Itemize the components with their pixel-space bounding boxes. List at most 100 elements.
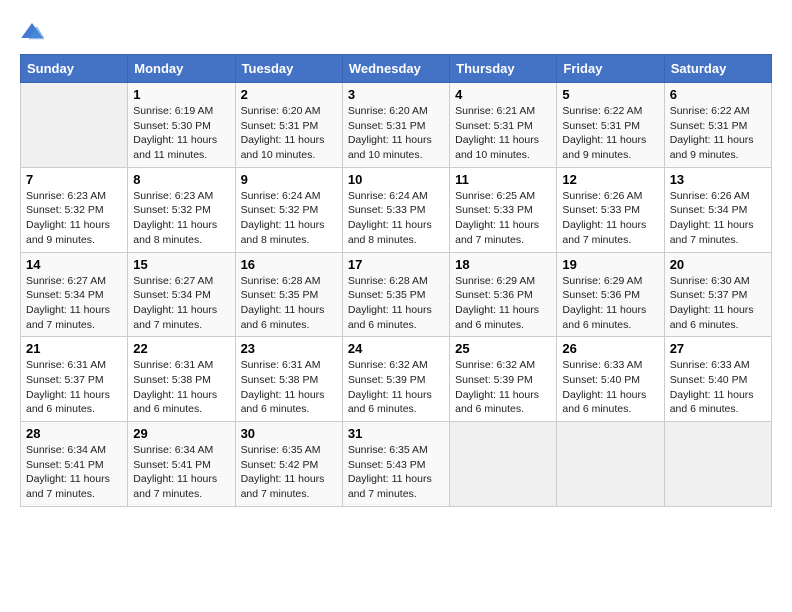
day-info: Sunrise: 6:31 AMSunset: 5:38 PMDaylight:… — [133, 358, 229, 417]
day-info: Sunrise: 6:23 AMSunset: 5:32 PMDaylight:… — [133, 189, 229, 248]
calendar-week-row: 7 Sunrise: 6:23 AMSunset: 5:32 PMDaylight… — [21, 167, 772, 252]
weekday-header-wednesday: Wednesday — [342, 55, 449, 83]
day-number: 5 — [562, 87, 658, 102]
calendar-cell: 4 Sunrise: 6:21 AMSunset: 5:31 PMDaylight… — [450, 83, 557, 168]
calendar-cell: 31 Sunrise: 6:35 AMSunset: 5:43 PMDayligh… — [342, 422, 449, 507]
day-info: Sunrise: 6:31 AMSunset: 5:38 PMDaylight:… — [241, 358, 337, 417]
day-number: 2 — [241, 87, 337, 102]
day-info: Sunrise: 6:28 AMSunset: 5:35 PMDaylight:… — [241, 274, 337, 333]
calendar-cell: 25 Sunrise: 6:32 AMSunset: 5:39 PMDayligh… — [450, 337, 557, 422]
calendar-week-row: 14 Sunrise: 6:27 AMSunset: 5:34 PMDayligh… — [21, 252, 772, 337]
day-info: Sunrise: 6:30 AMSunset: 5:37 PMDaylight:… — [670, 274, 766, 333]
day-number: 7 — [26, 172, 122, 187]
day-number: 21 — [26, 341, 122, 356]
day-info: Sunrise: 6:35 AMSunset: 5:43 PMDaylight:… — [348, 443, 444, 502]
day-info: Sunrise: 6:29 AMSunset: 5:36 PMDaylight:… — [562, 274, 658, 333]
calendar-cell: 14 Sunrise: 6:27 AMSunset: 5:34 PMDayligh… — [21, 252, 128, 337]
day-number: 24 — [348, 341, 444, 356]
logo-icon — [20, 20, 44, 44]
calendar-cell: 16 Sunrise: 6:28 AMSunset: 5:35 PMDayligh… — [235, 252, 342, 337]
day-info: Sunrise: 6:22 AMSunset: 5:31 PMDaylight:… — [562, 104, 658, 163]
day-info: Sunrise: 6:24 AMSunset: 5:32 PMDaylight:… — [241, 189, 337, 248]
day-info: Sunrise: 6:34 AMSunset: 5:41 PMDaylight:… — [133, 443, 229, 502]
day-info: Sunrise: 6:27 AMSunset: 5:34 PMDaylight:… — [133, 274, 229, 333]
day-info: Sunrise: 6:34 AMSunset: 5:41 PMDaylight:… — [26, 443, 122, 502]
day-info: Sunrise: 6:24 AMSunset: 5:33 PMDaylight:… — [348, 189, 444, 248]
calendar-cell: 1Sunrise: 6:19 AMSunset: 5:30 PMDaylight… — [128, 83, 235, 168]
calendar-week-row: 21 Sunrise: 6:31 AMSunset: 5:37 PMDayligh… — [21, 337, 772, 422]
calendar-cell: 23 Sunrise: 6:31 AMSunset: 5:38 PMDayligh… — [235, 337, 342, 422]
day-number: 6 — [670, 87, 766, 102]
day-number: 20 — [670, 257, 766, 272]
day-number: 28 — [26, 426, 122, 441]
weekday-header-tuesday: Tuesday — [235, 55, 342, 83]
day-number: 31 — [348, 426, 444, 441]
day-info: Sunrise: 6:20 AMSunset: 5:31 PMDaylight:… — [241, 104, 337, 163]
day-info: Sunrise: 6:21 AMSunset: 5:31 PMDaylight:… — [455, 104, 551, 163]
day-number: 30 — [241, 426, 337, 441]
day-number: 12 — [562, 172, 658, 187]
day-info: Sunrise: 6:28 AMSunset: 5:35 PMDaylight:… — [348, 274, 444, 333]
day-number: 26 — [562, 341, 658, 356]
day-number: 25 — [455, 341, 551, 356]
calendar-cell: 7 Sunrise: 6:23 AMSunset: 5:32 PMDaylight… — [21, 167, 128, 252]
day-number: 9 — [241, 172, 337, 187]
calendar-week-row: 1Sunrise: 6:19 AMSunset: 5:30 PMDaylight… — [21, 83, 772, 168]
calendar-cell: 11Sunrise: 6:25 AMSunset: 5:33 PMDayligh… — [450, 167, 557, 252]
calendar-cell: 29 Sunrise: 6:34 AMSunset: 5:41 PMDayligh… — [128, 422, 235, 507]
day-number: 11 — [455, 172, 551, 187]
page-header — [20, 20, 772, 44]
day-info: Sunrise: 6:20 AMSunset: 5:31 PMDaylight:… — [348, 104, 444, 163]
weekday-header-row: SundayMondayTuesdayWednesdayThursdayFrid… — [21, 55, 772, 83]
day-number: 3 — [348, 87, 444, 102]
day-info: Sunrise: 6:27 AMSunset: 5:34 PMDaylight:… — [26, 274, 122, 333]
calendar-cell: 22 Sunrise: 6:31 AMSunset: 5:38 PMDayligh… — [128, 337, 235, 422]
day-number: 15 — [133, 257, 229, 272]
calendar-cell: 6 Sunrise: 6:22 AMSunset: 5:31 PMDaylight… — [664, 83, 771, 168]
day-info: Sunrise: 6:35 AMSunset: 5:42 PMDaylight:… — [241, 443, 337, 502]
calendar-cell: 30 Sunrise: 6:35 AMSunset: 5:42 PMDayligh… — [235, 422, 342, 507]
weekday-header-friday: Friday — [557, 55, 664, 83]
weekday-header-sunday: Sunday — [21, 55, 128, 83]
calendar-cell: 26Sunrise: 6:33 AMSunset: 5:40 PMDayligh… — [557, 337, 664, 422]
calendar-cell: 13 Sunrise: 6:26 AMSunset: 5:34 PMDayligh… — [664, 167, 771, 252]
day-number: 22 — [133, 341, 229, 356]
calendar-cell — [664, 422, 771, 507]
day-info: Sunrise: 6:26 AMSunset: 5:34 PMDaylight:… — [670, 189, 766, 248]
day-info: Sunrise: 6:32 AMSunset: 5:39 PMDaylight:… — [348, 358, 444, 417]
calendar-cell: 17Sunrise: 6:28 AMSunset: 5:35 PMDayligh… — [342, 252, 449, 337]
calendar-cell: 27 Sunrise: 6:33 AMSunset: 5:40 PMDayligh… — [664, 337, 771, 422]
calendar-cell: 19 Sunrise: 6:29 AMSunset: 5:36 PMDayligh… — [557, 252, 664, 337]
calendar-cell — [557, 422, 664, 507]
day-number: 13 — [670, 172, 766, 187]
calendar-week-row: 28 Sunrise: 6:34 AMSunset: 5:41 PMDayligh… — [21, 422, 772, 507]
calendar-cell: 21 Sunrise: 6:31 AMSunset: 5:37 PMDayligh… — [21, 337, 128, 422]
calendar-cell: 12 Sunrise: 6:26 AMSunset: 5:33 PMDayligh… — [557, 167, 664, 252]
calendar-cell: 15 Sunrise: 6:27 AMSunset: 5:34 PMDayligh… — [128, 252, 235, 337]
calendar-cell — [450, 422, 557, 507]
calendar-cell: 20 Sunrise: 6:30 AMSunset: 5:37 PMDayligh… — [664, 252, 771, 337]
weekday-header-saturday: Saturday — [664, 55, 771, 83]
day-number: 14 — [26, 257, 122, 272]
day-info: Sunrise: 6:23 AMSunset: 5:32 PMDaylight:… — [26, 189, 122, 248]
day-number: 1 — [133, 87, 229, 102]
calendar-cell: 28 Sunrise: 6:34 AMSunset: 5:41 PMDayligh… — [21, 422, 128, 507]
day-number: 23 — [241, 341, 337, 356]
weekday-header-thursday: Thursday — [450, 55, 557, 83]
calendar-table: SundayMondayTuesdayWednesdayThursdayFrid… — [20, 54, 772, 507]
day-number: 4 — [455, 87, 551, 102]
day-info: Sunrise: 6:32 AMSunset: 5:39 PMDaylight:… — [455, 358, 551, 417]
day-info: Sunrise: 6:29 AMSunset: 5:36 PMDaylight:… — [455, 274, 551, 333]
weekday-header-monday: Monday — [128, 55, 235, 83]
day-info: Sunrise: 6:22 AMSunset: 5:31 PMDaylight:… — [670, 104, 766, 163]
day-number: 8 — [133, 172, 229, 187]
calendar-cell: 8 Sunrise: 6:23 AMSunset: 5:32 PMDaylight… — [128, 167, 235, 252]
day-number: 29 — [133, 426, 229, 441]
day-number: 19 — [562, 257, 658, 272]
calendar-cell: 10Sunrise: 6:24 AMSunset: 5:33 PMDayligh… — [342, 167, 449, 252]
day-info: Sunrise: 6:33 AMSunset: 5:40 PMDaylight:… — [670, 358, 766, 417]
day-number: 16 — [241, 257, 337, 272]
day-info: Sunrise: 6:26 AMSunset: 5:33 PMDaylight:… — [562, 189, 658, 248]
day-info: Sunrise: 6:31 AMSunset: 5:37 PMDaylight:… — [26, 358, 122, 417]
day-number: 27 — [670, 341, 766, 356]
